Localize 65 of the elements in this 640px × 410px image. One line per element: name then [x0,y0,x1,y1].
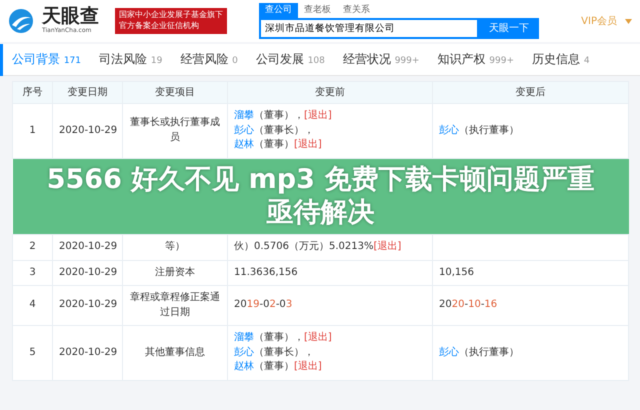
nav-tab[interactable]: 历史信息 4 [523,44,599,76]
change-value: 2019-02-03 [234,298,294,312]
change-text: （董事） [254,138,294,152]
search-field[interactable]: 深圳市品道餐饮管理有限公司 [259,18,479,40]
caret-icon [625,18,632,24]
person-link[interactable]: 溜攀 [234,109,254,124]
column-header: 变更项目 [122,82,228,104]
person-link[interactable]: 溜攀 [234,331,254,346]
exit-tag: [退出] [304,331,332,346]
table-cell: 2020-10-29 [52,260,122,286]
table-cell: 2020-10-29 [52,286,122,326]
change-value: 10,156 [439,266,475,280]
table-cell: 2 [12,234,52,260]
table-cell: 注册资本 [122,260,228,286]
table-cell: 3 [12,260,52,286]
column-header: 变更后 [432,82,628,104]
column-header: 变更日期 [52,82,122,104]
nav-tab[interactable]: 知识产权 999+ [428,44,523,76]
column-header: 变更前 [228,82,432,104]
table-cell: 章程或章程修正案通过日期 [122,286,228,326]
table-cell: 2020-10-29 [52,234,122,260]
table-cell: 5 [12,326,52,380]
banner-line: 国家中小企业发展子基金旗下 [119,10,223,21]
table-cell: 2020-10-29 [52,326,122,380]
search-button[interactable]: 天眼一下 [479,18,539,40]
table-cell: 等） [122,234,228,260]
search-tab[interactable]: 查老板 [298,2,337,18]
change-text: （董事）， [254,109,304,123]
overlay-banner: 5566 好久不见 mp3 免费下载卡顿问题严重亟待解决 [12,158,628,234]
person-link[interactable]: 赵林 [234,360,254,374]
logo-icon [8,8,34,34]
change-text: （董事）， [254,331,304,345]
change-text: （董事长）， [254,124,314,138]
nav-tab[interactable]: 经营风险 0 [171,44,247,76]
change-text: （执行董事） [459,124,519,138]
change-text: 伙）0.5706（万元）5.0213% [234,240,374,254]
nav-tab[interactable]: 司法风险 19 [90,44,172,76]
person-link[interactable]: 彭心 [234,124,254,138]
change-text: （董事长）， [254,346,314,360]
exit-tag: [退出] [294,138,322,152]
table-cell: 董事长或执行董事成员 [122,104,228,158]
change-text: （董事） [254,360,294,374]
person-link[interactable]: 彭心 [439,346,459,360]
search-tab[interactable]: 查公司 [259,2,298,18]
nav-tab[interactable]: 经营状况 999+ [334,44,428,76]
person-link[interactable]: 赵林 [234,138,254,152]
table-cell: 其他董事信息 [122,326,228,380]
change-text: （执行董事） [459,346,519,360]
exit-tag: [退出] [373,240,402,254]
exit-tag: [退出] [304,109,332,124]
banner-line: 官方备案企业征信机构 [119,21,200,32]
nav-tab[interactable]: 公司背景 171 [0,44,90,76]
exit-tag: [退出] [294,360,322,374]
table-cell: 2020-10-29 [52,104,122,158]
person-link[interactable]: 彭心 [439,124,459,138]
vip-link[interactable]: VIP会员 [581,14,617,28]
table-cell: 4 [12,286,52,326]
search-tab[interactable]: 查关系 [337,2,376,18]
nav-tab[interactable]: 公司发展 108 [246,44,334,76]
table-cell: 1 [12,104,52,158]
column-header: 序号 [12,82,52,104]
person-link[interactable]: 彭心 [234,346,254,360]
logo-text: 天眼查 [42,7,99,26]
change-value: 11.3636,156 [234,266,299,280]
change-value: 2020-10-16 [439,298,498,312]
